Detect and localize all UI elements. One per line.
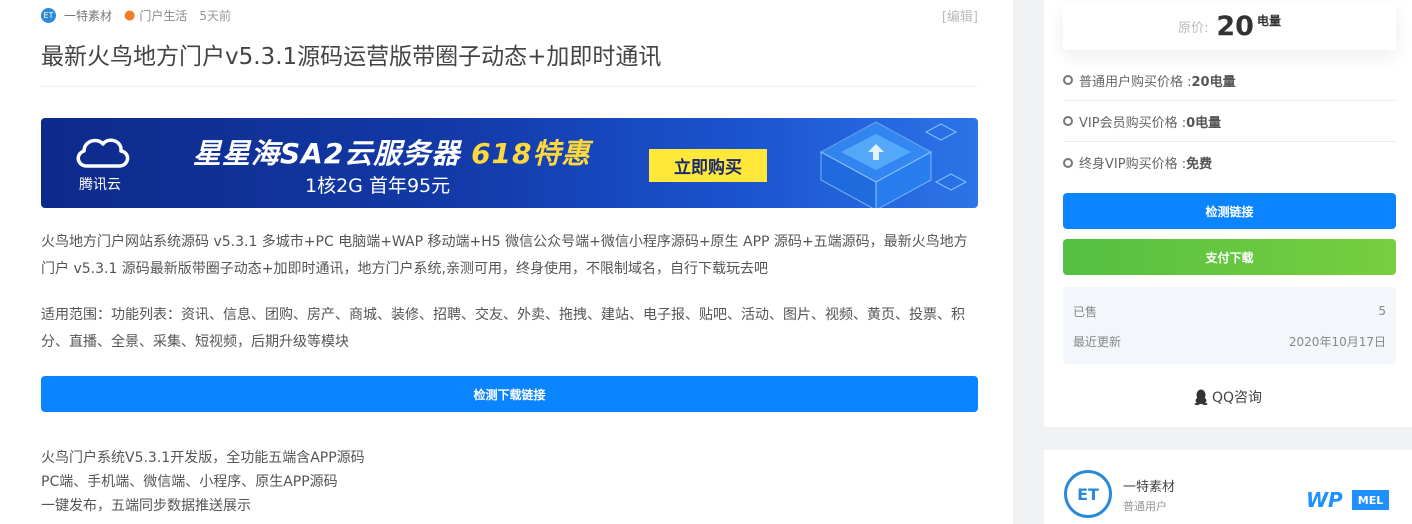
server-cube-graphic-icon bbox=[819, 121, 968, 208]
purchase-panel: 原价: 20 电量 普通用户购买价格 : 20电量 VIP会员购买价格 : 0电… bbox=[1044, 0, 1412, 427]
price-row-normal: 普通用户购买价格 : 20电量 bbox=[1063, 60, 1396, 101]
price-box: 原价: 20 电量 bbox=[1063, 3, 1396, 50]
category-dot-icon: ● bbox=[124, 7, 136, 23]
banner-subline: 1核2G 首年95元 bbox=[305, 175, 451, 197]
ad-banner[interactable]: 腾讯云 星星海SA2云服务器 618特惠 1核2G 首年95元 立即购买 bbox=[41, 118, 978, 208]
price-row-label: VIP会员购买价格 : bbox=[1079, 115, 1187, 131]
stat-row-updated: 最近更新 2020年10月17日 bbox=[1073, 326, 1386, 356]
stat-label: 已售 bbox=[1073, 304, 1098, 319]
banner-headline-highlight: 618特惠 bbox=[471, 137, 591, 170]
banner-headline-main: 星星海SA2云服务器 bbox=[193, 137, 472, 170]
check-link-button[interactable]: 检测链接 bbox=[1063, 193, 1396, 229]
feature-line: 火鸟门户系统V5.3.1开发版，全功能五端含APP源码 bbox=[41, 450, 365, 466]
avatar[interactable]: ET bbox=[1064, 470, 1112, 518]
price-list: 普通用户购买价格 : 20电量 VIP会员购买价格 : 0电量 终身VIP购买价… bbox=[1063, 60, 1396, 183]
author-logo-icon[interactable]: ET bbox=[41, 7, 56, 23]
category-link[interactable]: 门户生活 bbox=[139, 7, 187, 24]
price-label: 原价: bbox=[1178, 21, 1209, 36]
post-meta: ET 一特素材 ● 门户生活 5天前 [编辑] bbox=[41, 6, 978, 25]
title-divider bbox=[41, 86, 978, 87]
banner-buy-button[interactable]: 立即购买 bbox=[649, 149, 767, 182]
check-download-link-button[interactable]: 检测下载链接 bbox=[41, 376, 978, 412]
banner-headline: 星星海SA2云服务器 618特惠 bbox=[193, 132, 591, 172]
price-row-label: 终身VIP购买价格 : bbox=[1079, 157, 1187, 172]
circle-icon bbox=[1063, 75, 1073, 85]
post-time: 5天前 bbox=[199, 8, 232, 23]
page-title: 最新火鸟地方门户v5.3.1源码运营版带圈子动态+加即时通讯 bbox=[41, 44, 662, 70]
pay-download-button[interactable]: 支付下载 bbox=[1063, 239, 1396, 275]
price-value: 20 bbox=[1216, 11, 1254, 42]
price-row-lifetime-vip: 终身VIP购买价格 : 免费 bbox=[1063, 142, 1396, 183]
price-row-value: 免费 bbox=[1186, 157, 1213, 172]
stats-box: 已售 5 最近更新 2020年10月17日 bbox=[1063, 287, 1396, 364]
stat-row-sold: 已售 5 bbox=[1073, 296, 1386, 326]
stat-value: 5 bbox=[1378, 304, 1386, 318]
banner-brand: 腾讯云 bbox=[79, 177, 121, 193]
feature-line: PC端、手机端、微信端、小程序、原生APP源码 bbox=[41, 474, 338, 490]
watermark-logo: WP bbox=[1306, 488, 1343, 512]
qq-consult-link[interactable]: QQ咨询 bbox=[1044, 387, 1412, 407]
price-row-value: 20电量 bbox=[1191, 74, 1236, 90]
edit-link[interactable]: [编辑] bbox=[942, 6, 978, 25]
feature-list: 火鸟门户系统V5.3.1开发版，全功能五端含APP源码 PC端、手机端、微信端、… bbox=[41, 446, 978, 518]
price-row-vip: VIP会员购买价格 : 0电量 bbox=[1063, 101, 1396, 142]
stat-value: 2020年10月17日 bbox=[1288, 334, 1386, 349]
circle-icon bbox=[1063, 116, 1073, 126]
watermark-tag: MEL bbox=[1352, 490, 1389, 510]
feature-line: 一键发布，五端同步数据推送展示 bbox=[41, 498, 251, 514]
circle-icon bbox=[1063, 157, 1073, 168]
qq-consult-label: QQ咨询 bbox=[1211, 390, 1263, 406]
tencent-cloud-logo-icon bbox=[76, 138, 130, 168]
scope-paragraph: 适用范围：功能列表：资讯、信息、团购、房产、商城、装修、招聘、交友、外卖、拖拽、… bbox=[41, 307, 965, 350]
price-row-value: 0电量 bbox=[1186, 115, 1222, 131]
author-link[interactable]: 一特素材 bbox=[64, 7, 112, 24]
author-role: 普通用户 bbox=[1123, 500, 1167, 513]
stat-label: 最近更新 bbox=[1073, 334, 1122, 349]
price-unit: 电量 bbox=[1256, 14, 1281, 28]
qq-penguin-icon bbox=[1194, 389, 1208, 405]
description-paragraph: 火鸟地方门户网站系统源码 v5.3.1 多城市+PC 电脑端+WAP 移动端+H… bbox=[41, 234, 968, 277]
article-panel: ET 一特素材 ● 门户生活 5天前 [编辑] 最新火鸟地方门户v5.3.1源码… bbox=[0, 0, 1013, 524]
author-card: ET 一特素材 普通用户 WP MEL bbox=[1044, 450, 1412, 524]
price-row-label: 普通用户购买价格 : bbox=[1079, 74, 1192, 90]
author-name[interactable]: 一特素材 bbox=[1123, 476, 1175, 495]
